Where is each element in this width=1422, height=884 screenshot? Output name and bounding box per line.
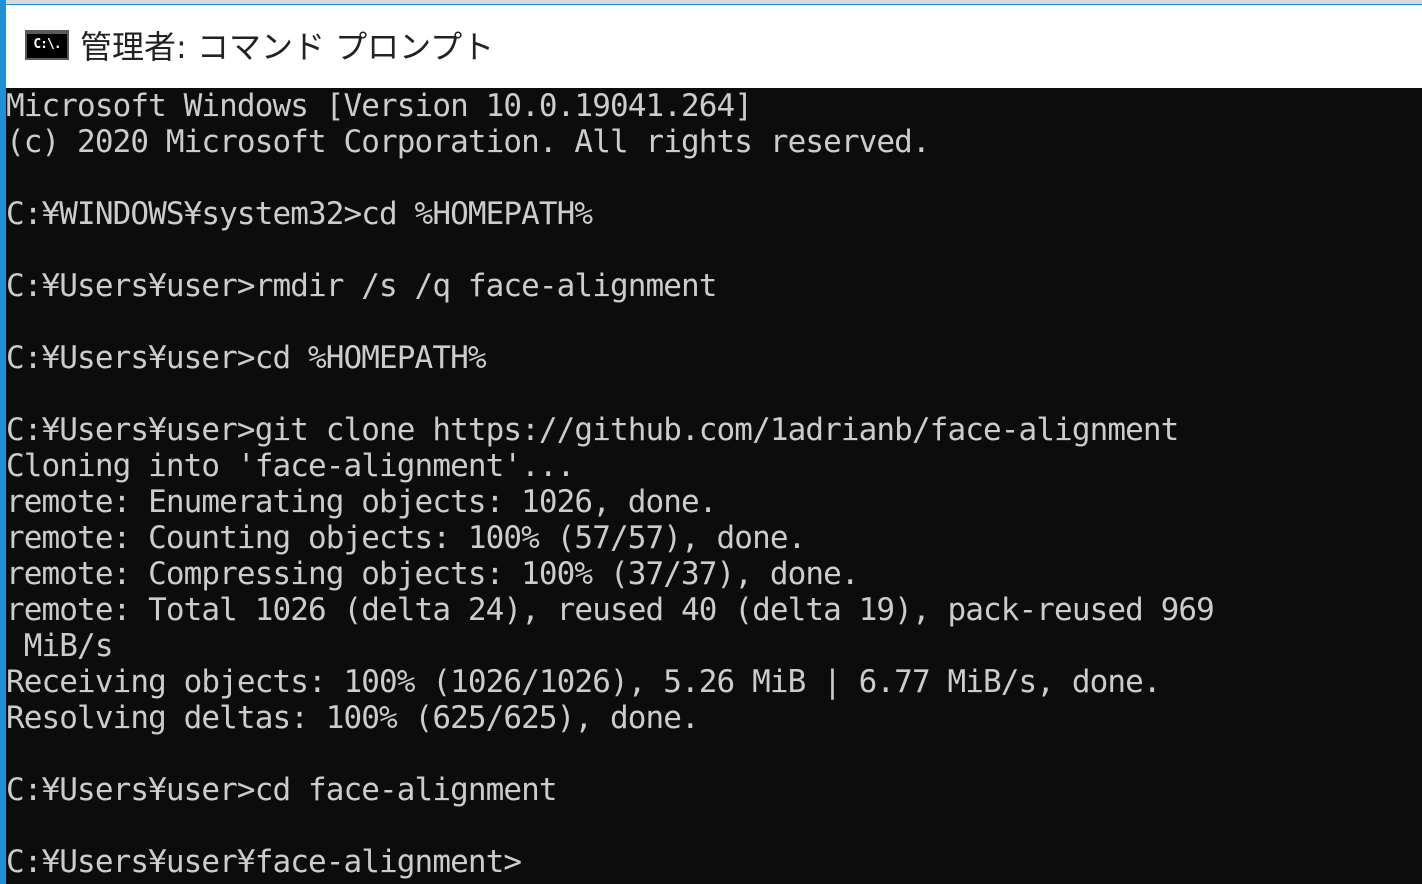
console-line: remote: Counting objects: 100% (57/57), …	[6, 520, 806, 556]
console-line: (c) 2020 Microsoft Corporation. All righ…	[6, 124, 931, 160]
console-line: remote: Total 1026 (delta 24), reused 40…	[6, 592, 1215, 628]
console-line: remote: Compressing objects: 100% (37/37…	[6, 556, 860, 592]
console-line: C:¥Users¥user>git clone https://github.c…	[6, 412, 1179, 448]
console-line: C:¥WINDOWS¥system32>cd %HOMEPATH%	[6, 196, 593, 232]
console-line: Cloning into 'face-alignment'...	[6, 448, 575, 484]
title-bar[interactable]: C:\. 管理者: コマンド プロンプト	[6, 4, 1422, 88]
console-line: MiB/s	[6, 628, 114, 664]
console-line: Microsoft Windows [Version 10.0.19041.26…	[6, 88, 753, 124]
console-line: C:¥Users¥user>cd %HOMEPATH%	[6, 340, 487, 376]
command-prompt-screen: C:\. 管理者: コマンド プロンプト Microsoft Windows […	[0, 0, 1422, 884]
console-line: Receiving objects: 100% (1026/1026), 5.2…	[6, 664, 1162, 700]
cmd-icon[interactable]: C:\.	[25, 30, 69, 60]
console-prompt-line[interactable]: C:¥Users¥user¥face-alignment>	[6, 844, 1422, 880]
console-line: remote: Enumerating objects: 1026, done.	[6, 484, 717, 520]
console-line: C:¥Users¥user>rmdir /s /q face-alignment	[6, 268, 717, 304]
console-line: Resolving deltas: 100% (625/625), done.	[6, 700, 700, 736]
console-output[interactable]: Microsoft Windows [Version 10.0.19041.26…	[6, 88, 1422, 884]
console-line: C:¥Users¥user>cd face-alignment	[6, 772, 558, 808]
window-title: 管理者: コマンド プロンプト	[80, 28, 495, 66]
